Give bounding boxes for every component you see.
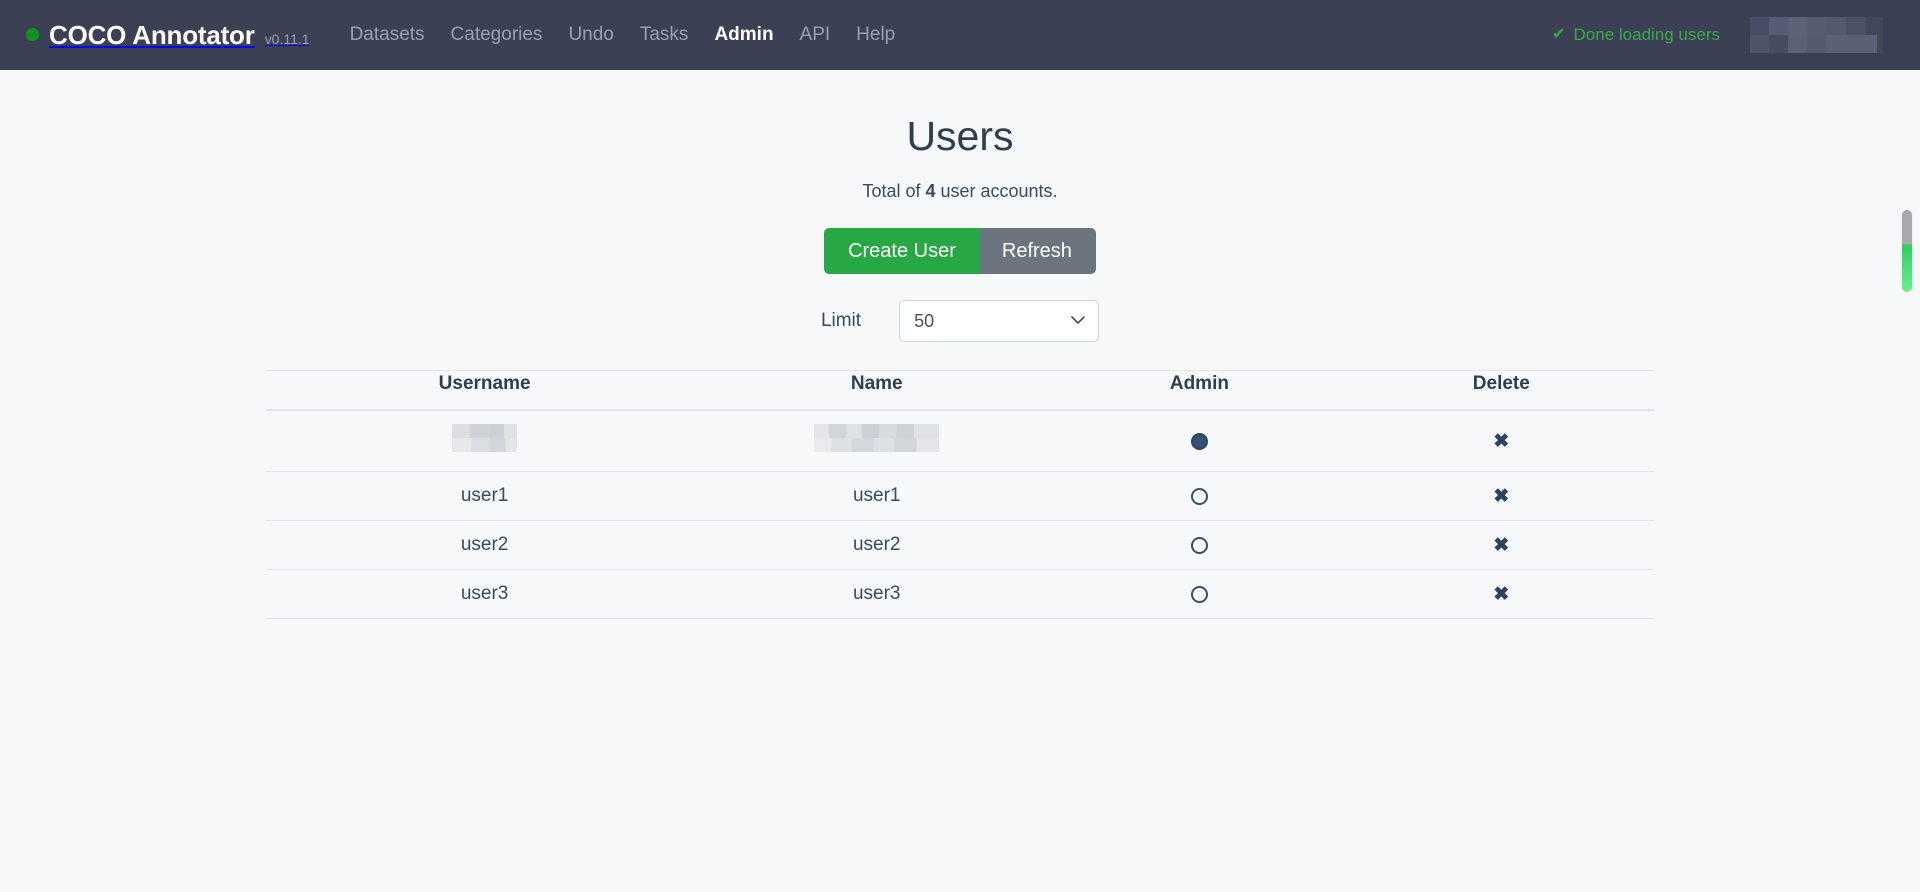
cell-delete: ✖ [1348, 520, 1654, 571]
admin-radio[interactable] [1190, 585, 1208, 603]
delete-icon[interactable]: ✖ [1493, 585, 1509, 604]
cell-admin [1050, 569, 1349, 620]
cell-username: user2 [266, 520, 704, 571]
refresh-button[interactable]: Refresh [979, 228, 1096, 275]
table-row: user2 user2 ✖ [266, 520, 1654, 571]
cell-admin [1050, 520, 1349, 571]
nav-link-undo[interactable]: Undo [568, 24, 613, 45]
nav-item-datasets[interactable]: Datasets [350, 24, 425, 46]
column-header-username[interactable]: Username [266, 370, 704, 412]
top-navbar: COCO Annotator v0.11.1 Datasets Categori… [0, 0, 1920, 70]
nav-link-admin[interactable]: Admin [714, 24, 773, 45]
table-row: user3 user3 ✖ [266, 569, 1654, 620]
check-icon: ✔ [1552, 26, 1566, 43]
users-table-header-row: Username Name Admin Delete [266, 370, 1654, 412]
cell-name: user2 [703, 520, 1051, 571]
nav-item-categories[interactable]: Categories [451, 24, 543, 46]
nav-link-api[interactable]: API [800, 24, 831, 45]
brand-version: v0.11.1 [264, 31, 310, 47]
scrollbar-thumb[interactable] [1902, 210, 1912, 292]
current-user-menu[interactable] [1750, 17, 1898, 53]
cell-name: user1 [703, 471, 1051, 522]
cell-delete: ✖ [1348, 569, 1654, 620]
user-count-summary: Total of 4 user accounts. [0, 181, 1920, 202]
table-row: ✖ [266, 410, 1654, 473]
user-count-value: 4 [925, 181, 936, 202]
loading-status-text: Done loading users [1573, 25, 1720, 44]
nav-links: Datasets Categories Undo Tasks Admin API… [350, 24, 896, 46]
nav-item-help[interactable]: Help [856, 24, 895, 46]
users-table-body: ✖ user1 user1 ✖ user2 user2 ✖ user3 user… [266, 410, 1654, 620]
nav-item-admin[interactable]: Admin [714, 24, 773, 46]
cell-username [266, 410, 704, 473]
cell-delete: ✖ [1348, 471, 1654, 522]
create-user-button[interactable]: Create User [824, 228, 980, 275]
cell-admin [1050, 410, 1349, 473]
page-title: Users [906, 113, 1014, 159]
cell-name: user3 [703, 569, 1051, 620]
delete-icon[interactable]: ✖ [1493, 487, 1509, 506]
user-count-suffix: user accounts. [935, 181, 1058, 202]
column-header-admin[interactable]: Admin [1050, 370, 1349, 412]
redacted-username [452, 424, 518, 453]
delete-icon[interactable]: ✖ [1493, 432, 1509, 451]
column-header-delete[interactable]: Delete [1348, 370, 1654, 412]
limit-select-wrapper: 50 [899, 300, 1100, 343]
cell-name [703, 410, 1051, 473]
page-content: Users Total of 4 user accounts. Create U… [0, 70, 1920, 892]
table-row: user1 user1 ✖ [266, 471, 1654, 522]
page-scrollbar[interactable] [1900, 70, 1914, 892]
cell-username: user3 [266, 569, 704, 620]
nav-link-datasets[interactable]: Datasets [350, 24, 425, 45]
loading-status: ✔ Done loading users [1552, 25, 1720, 45]
nav-link-tasks[interactable]: Tasks [640, 24, 689, 45]
admin-radio[interactable] [1190, 432, 1208, 450]
brand-logo[interactable]: COCO Annotator v0.11.1 [26, 22, 310, 48]
column-header-name[interactable]: Name [703, 370, 1051, 412]
users-table-wrapper: Username Name Admin Delete ✖ user1 user1… [266, 370, 1654, 620]
navbar-right: ✔ Done loading users [1552, 17, 1898, 53]
admin-radio[interactable] [1190, 487, 1208, 505]
users-table: Username Name Admin Delete ✖ user1 user1… [266, 370, 1654, 620]
nav-item-undo[interactable]: Undo [568, 24, 613, 46]
status-dot-icon [26, 28, 39, 41]
user-count-prefix: Total of [862, 181, 926, 202]
users-table-head: Username Name Admin Delete [266, 370, 1654, 412]
cell-delete: ✖ [1348, 410, 1654, 473]
limit-select[interactable]: 50 [899, 300, 1100, 343]
cell-username: user1 [266, 471, 704, 522]
nav-link-categories[interactable]: Categories [451, 24, 543, 45]
admin-radio[interactable] [1190, 536, 1208, 554]
delete-icon[interactable]: ✖ [1493, 536, 1509, 555]
nav-item-api[interactable]: API [800, 24, 831, 46]
limit-label: Limit [820, 310, 862, 332]
nav-link-help[interactable]: Help [856, 24, 895, 45]
brand-name: COCO Annotator [49, 20, 255, 50]
action-button-group: Create User Refresh [0, 228, 1920, 275]
limit-control-row: Limit 50 [0, 300, 1920, 343]
cell-admin [1050, 471, 1349, 522]
nav-item-tasks[interactable]: Tasks [640, 24, 689, 46]
redacted-name [814, 424, 940, 453]
